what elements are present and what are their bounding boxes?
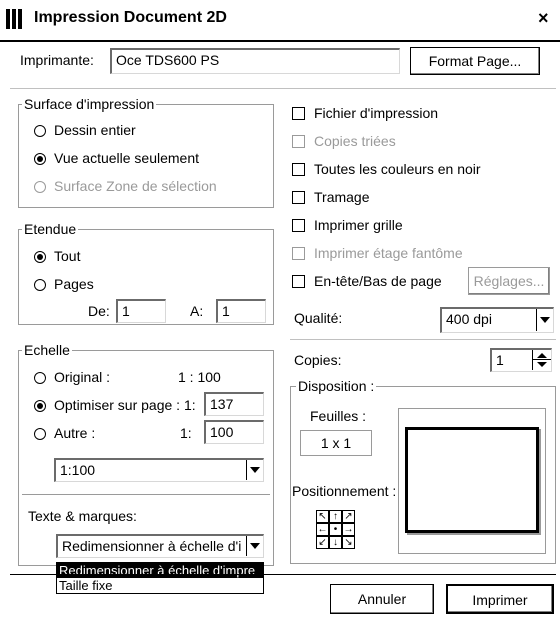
texte-marques-label: Texte & marques:	[28, 508, 137, 524]
disposition-legend: Disposition :	[296, 378, 377, 394]
cancel-button[interactable]: Annuler	[330, 584, 434, 614]
texte-marques-dropdown: Redimensionner à échelle d'impre Taille …	[56, 562, 264, 594]
checkbox-couleurs-noir-label[interactable]: Toutes les couleurs en noir	[314, 161, 481, 177]
checkbox-entete-bas-label[interactable]: En-tête/Bas de page	[314, 273, 442, 289]
checkbox-imprimer-grille[interactable]	[292, 219, 305, 232]
qualite-select-value: 400 dpi	[446, 311, 492, 327]
chevron-down-icon[interactable]	[246, 536, 262, 556]
radio-original[interactable]	[34, 372, 46, 384]
page-preview-sheet	[405, 427, 539, 533]
checkbox-tramage[interactable]	[292, 191, 305, 204]
arrow-up-icon[interactable]: ↑	[329, 510, 342, 523]
feuilles-value: 1 x 1	[300, 430, 372, 456]
copies-stepper[interactable]	[532, 350, 551, 370]
checkbox-fichier-impression-label[interactable]: Fichier d'impression	[314, 105, 438, 121]
radio-autre[interactable]	[34, 428, 46, 440]
de-label: De:	[88, 303, 110, 319]
checkbox-copies-triees	[292, 135, 305, 148]
positionnement-grid[interactable]: ↖ ↑ ↗ ← • → ↙ ↓ ↘	[316, 510, 355, 549]
format-page-button[interactable]: Format Page...	[410, 47, 540, 75]
arrow-right-icon[interactable]: →	[342, 523, 355, 536]
positionnement-label: Positionnement :	[292, 483, 397, 499]
dropdown-option-taille-fixe[interactable]: Taille fixe	[57, 578, 263, 593]
radio-dessin-entier[interactable]	[34, 125, 46, 137]
arrow-down-left-icon[interactable]: ↙	[316, 536, 329, 549]
printer-label: Imprimante:	[20, 52, 94, 68]
radio-dessin-entier-label[interactable]: Dessin entier	[54, 122, 136, 138]
arrow-down-right-icon[interactable]: ↘	[342, 536, 355, 549]
arrow-down-icon[interactable]: ↓	[329, 536, 342, 549]
radio-original-label[interactable]: Original :	[54, 369, 110, 385]
qualite-label: Qualité:	[294, 310, 343, 326]
feuilles-label: Feuilles :	[310, 408, 367, 424]
radio-vue-actuelle-label[interactable]: Vue actuelle seulement	[54, 150, 199, 166]
dropdown-option-redimensionner[interactable]: Redimensionner à échelle d'impre	[57, 563, 263, 578]
arrow-up-left-icon[interactable]: ↖	[316, 510, 329, 523]
texte-marques-select[interactable]: Redimensionner à échelle d'i	[56, 534, 264, 558]
checkbox-entete-bas[interactable]	[292, 275, 305, 288]
texte-marques-select-value: Redimensionner à échelle d'i	[62, 538, 242, 554]
checkbox-tramage-label[interactable]: Tramage	[314, 189, 370, 205]
radio-pages-label[interactable]: Pages	[54, 276, 94, 292]
window-title: Impression Document 2D	[34, 9, 227, 26]
radio-autre-label[interactable]: Autre :	[54, 425, 95, 441]
checkbox-couleurs-noir[interactable]	[292, 163, 305, 176]
print-button[interactable]: Imprimer	[446, 584, 554, 614]
checkbox-fichier-impression[interactable]	[292, 107, 305, 120]
autre-value-input[interactable]: 100	[204, 420, 264, 444]
arrow-left-icon[interactable]: ←	[316, 523, 329, 536]
echelle-legend: Echelle	[22, 342, 72, 358]
de-input[interactable]: 1	[116, 299, 166, 323]
radio-optimiser-label[interactable]: Optimiser sur page :	[54, 397, 180, 413]
reglages-button: Réglages...	[468, 267, 550, 295]
printer-field[interactable]: Oce TDS600 PS	[110, 48, 400, 74]
radio-surface-zone	[34, 181, 46, 193]
radio-tout[interactable]	[34, 251, 46, 263]
checkbox-imprimer-grille-label[interactable]: Imprimer grille	[314, 217, 403, 233]
etendue-legend: Etendue	[22, 221, 79, 237]
chevron-down-icon[interactable]	[536, 309, 552, 331]
app-icon	[6, 9, 26, 29]
a-input[interactable]: 1	[216, 299, 266, 323]
divider	[10, 88, 556, 89]
divider	[290, 339, 556, 340]
title-bar: Impression Document 2D ×	[0, 0, 560, 42]
chevron-down-icon[interactable]	[246, 460, 262, 480]
stepper-down-icon[interactable]	[537, 362, 547, 367]
radio-optimiser[interactable]	[34, 400, 46, 412]
stepper-up-icon[interactable]	[537, 353, 547, 358]
optimiser-prefix: 1:	[184, 397, 196, 413]
radio-surface-zone-label: Surface Zone de sélection	[54, 178, 217, 194]
copies-label: Copies:	[294, 352, 342, 368]
radio-pages[interactable]	[34, 279, 46, 291]
arrow-up-right-icon[interactable]: ↗	[342, 510, 355, 523]
checkbox-copies-triees-label: Copies triées	[314, 133, 396, 149]
scale-select[interactable]: 1:100	[54, 458, 264, 482]
checkbox-etage-fantome-label: Imprimer étage fantôme	[314, 245, 463, 261]
scale-select-value: 1:100	[60, 462, 96, 478]
close-icon[interactable]: ×	[538, 8, 549, 29]
divider	[10, 574, 556, 575]
optimiser-value-field: 137	[204, 392, 264, 416]
a-label: A:	[190, 303, 204, 319]
page-preview	[398, 408, 546, 554]
surface-legend: Surface d'impression	[22, 96, 157, 112]
copies-value: 1	[496, 352, 504, 368]
checkbox-etage-fantome	[292, 247, 305, 260]
center-icon[interactable]: •	[329, 523, 342, 536]
divider	[22, 494, 270, 495]
original-scale-value: 1 : 100	[178, 369, 221, 385]
radio-tout-label[interactable]: Tout	[54, 248, 80, 264]
radio-vue-actuelle[interactable]	[34, 153, 46, 165]
autre-prefix: 1:	[180, 425, 192, 441]
